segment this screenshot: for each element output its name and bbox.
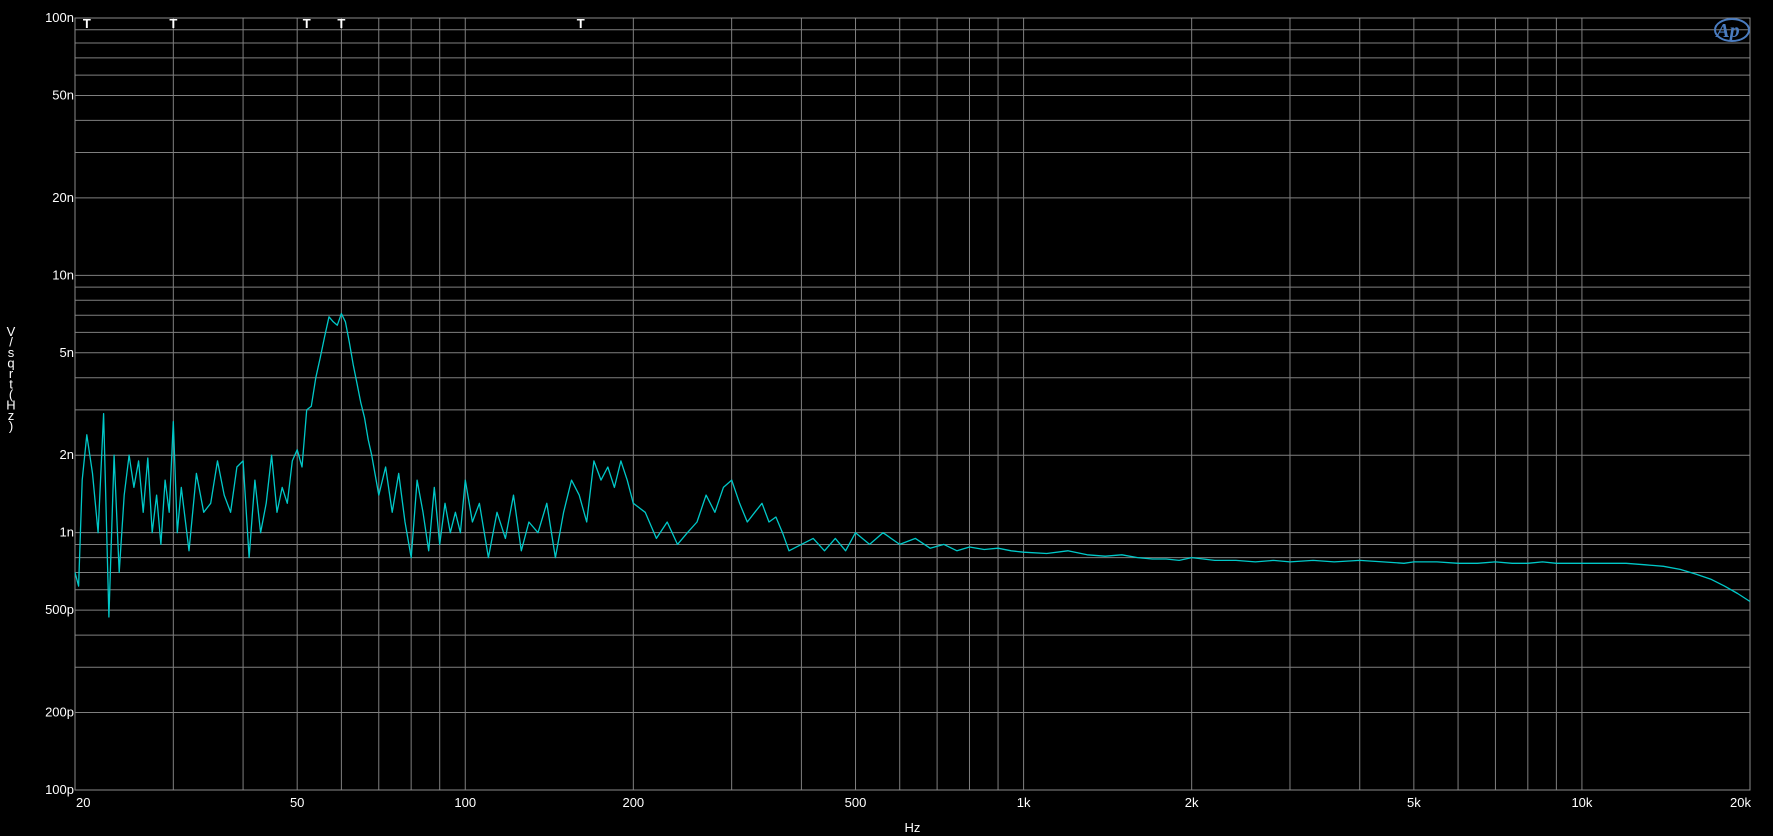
x-tick-label: 2k bbox=[1185, 795, 1199, 810]
y-tick-label: 1n bbox=[60, 525, 74, 540]
y-tick-label: 200p bbox=[45, 705, 74, 720]
trigger-marker: T bbox=[169, 16, 177, 31]
x-tick-label: 10k bbox=[1571, 795, 1592, 810]
y-tick-label: 500p bbox=[45, 602, 74, 617]
x-tick-label: 5k bbox=[1407, 795, 1421, 810]
y-tick-label: 100p bbox=[45, 782, 74, 797]
x-tick-label: 500 bbox=[845, 795, 867, 810]
y-tick-label: 100n bbox=[45, 10, 74, 25]
plot-background bbox=[0, 0, 1773, 836]
spectrum-plot: 100n 50n 20n 10n 5n 2n 1n 500p 200p 100p 20 50 100 2… bbox=[0, 0, 1773, 836]
trigger-marker: T bbox=[337, 16, 345, 31]
y-axis-title-char: ) bbox=[9, 419, 13, 434]
x-tick-label: 20k bbox=[1730, 795, 1751, 810]
y-tick-label: 20n bbox=[52, 190, 74, 205]
y-tick-label: 50n bbox=[52, 87, 74, 102]
trigger-marker: T bbox=[83, 16, 91, 31]
trigger-marker: T bbox=[577, 16, 585, 31]
x-tick-label: 20 bbox=[76, 795, 90, 810]
x-axis-title: Hz bbox=[905, 820, 921, 835]
x-tick-label: 100 bbox=[454, 795, 476, 810]
x-tick-label: 1k bbox=[1017, 795, 1031, 810]
y-tick-label: 2n bbox=[60, 447, 74, 462]
y-tick-label: 5n bbox=[60, 345, 74, 360]
x-tick-label: 200 bbox=[622, 795, 644, 810]
chart-root: 100n 50n 20n 10n 5n 2n 1n 500p 200p 100p 20 50 100 2… bbox=[0, 0, 1773, 836]
logo-text: Ap bbox=[1714, 20, 1739, 42]
y-tick-label: 10n bbox=[52, 267, 74, 282]
trigger-marker: T bbox=[303, 16, 311, 31]
x-tick-label: 50 bbox=[290, 795, 304, 810]
